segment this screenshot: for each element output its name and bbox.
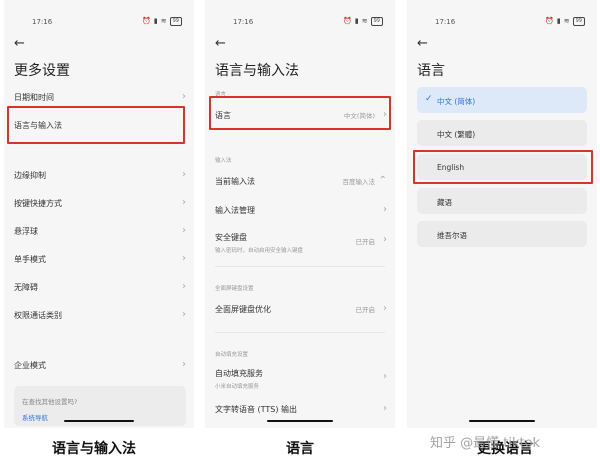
suggestion-link[interactable]: 系统导航 [22,412,48,422]
language-select-screen: 17:16 ⏰ ▮ ≋ 99 ← 语言 ✓ 中文 (简体) 中文 (繁體) En… [407,0,597,428]
chevron-right-icon: › [182,169,186,180]
chevron-right-icon: › [383,204,387,215]
secure-keyboard-setting[interactable]: 安全键盘 输入密码时，自动启用安全输入键盘 已开启 › [215,232,387,254]
signal-icon: ▮ [556,17,561,25]
settings-item-datetime[interactable]: 日期和时间 › [14,92,186,103]
settings-item-edge[interactable]: 边缘抑制 › [14,170,186,181]
back-arrow-icon[interactable]: ← [14,36,25,51]
item-label: 当前输入法 [215,177,255,186]
status-bar: 17:16 ⏰ ▮ ≋ 99 [407,16,597,28]
suggestion-text: 在查找其他设置吗? [22,398,78,406]
caption-language: 语言 [286,441,314,457]
settings-item-call-permission[interactable]: 权限通话类别 › [14,310,186,321]
more-settings-screen: 17:16 ⏰ ▮ ≋ 99 ← 更多设置 日期和时间 › 语言与输入法 › 边… [4,0,194,428]
alarm-icon: ⏰ [545,17,554,25]
highlight-box [209,96,391,130]
page-title: 语言 [417,63,445,79]
item-label: 企业模式 [14,361,46,370]
autofill-setting[interactable]: 自动填充服务 小米自动填充服务 › [215,368,387,390]
item-label: 边缘抑制 [14,171,46,180]
ime-manage-setting[interactable]: 输入法管理 › [215,205,387,216]
home-indicator [267,420,333,422]
status-bar: 17:16 ⏰ ▮ ≋ 99 [205,16,395,28]
item-label: 安全键盘 [215,233,247,242]
section-header-fullscreen: 全面屏键盘设置 [215,286,254,292]
item-subtitle: 小米自动填充服务 [215,384,260,390]
language-option-zh-hant[interactable]: 中文 (繁體) [417,120,587,146]
status-time: 17:16 [435,18,456,26]
section-header-input: 输入法 [215,158,232,164]
current-ime-setting[interactable]: 当前输入法 百度输入法 ⌃ [215,176,387,187]
status-bar: 17:16 ⏰ ▮ ≋ 99 [4,16,194,28]
home-indicator [64,420,134,422]
fullscreen-keyboard-setting[interactable]: 全面屏键盘优化 已开启 › [215,304,387,315]
language-label: 藏语 [437,198,452,207]
chevron-right-icon: › [383,234,387,245]
section-header-autofill: 自动填充设置 [215,352,249,358]
divider [215,266,385,267]
chevron-updown-icon: ⌃ [378,175,387,186]
highlight-box [7,106,185,144]
alarm-icon: ⏰ [343,17,352,25]
item-label: 无障碍 [14,283,38,292]
language-label: 中文 (简体) [437,97,476,106]
settings-item-shortcuts[interactable]: 按键快捷方式 › [14,198,186,209]
divider [215,332,385,333]
wifi-icon: ≋ [563,17,570,25]
status-time: 17:16 [233,18,254,26]
language-option-uyghur[interactable]: 维吾尔语 [417,221,587,247]
item-subtitle: 输入密码时，自动启用安全输入键盘 [215,248,304,254]
settings-item-accessibility[interactable]: 无障碍 › [14,282,186,293]
caption-language-input: 语言与输入法 [52,441,136,457]
wifi-icon: ≋ [361,17,368,25]
chevron-right-icon: › [182,359,186,370]
chevron-right-icon: › [182,197,186,208]
item-label: 文字转语音 (TTS) 输出 [215,405,298,414]
back-arrow-icon[interactable]: ← [417,36,428,51]
item-label: 日期和时间 [14,93,54,102]
check-icon: ✓ [425,94,433,104]
chevron-right-icon: › [182,309,186,320]
settings-item-one-hand[interactable]: 单手模式 › [14,254,186,265]
item-label: 单手模式 [14,255,46,264]
signal-icon: ▮ [153,17,158,25]
back-arrow-icon[interactable]: ← [215,36,226,51]
language-option-tibetan[interactable]: 藏语 [417,188,587,214]
item-value: 已开启 [355,238,376,246]
signal-icon: ▮ [354,17,359,25]
item-label: 按键快捷方式 [14,199,62,208]
item-value: 已开启 [355,306,376,314]
battery-icon: 99 [169,17,182,26]
item-value: 百度输入法 [342,178,376,186]
home-indicator [469,420,535,422]
language-option-zh-hans[interactable]: ✓ 中文 (简体) [417,87,587,113]
highlight-box [413,150,593,184]
language-input-screen: 17:16 ⏰ ▮ ≋ 99 ← 语言与输入法 语言 语言 中文(简体) › 输… [205,0,395,428]
chevron-right-icon: › [383,371,387,382]
language-label: 维吾尔语 [437,231,467,240]
wifi-icon: ≋ [160,17,167,25]
item-label: 输入法管理 [215,206,255,215]
language-label: 中文 (繁體) [437,130,476,139]
page-title: 更多设置 [14,63,70,79]
chevron-right-icon: › [182,281,186,292]
chevron-right-icon: › [182,91,186,102]
item-label: 权限通话类别 [14,311,62,320]
chevron-right-icon: › [182,225,186,236]
battery-icon: 99 [572,17,585,26]
settings-item-floating-ball[interactable]: 悬浮球 › [14,226,186,237]
chevron-right-icon: › [383,303,387,314]
settings-item-enterprise[interactable]: 企业模式 › [14,360,186,371]
item-label: 全面屏键盘优化 [215,305,271,314]
watermark: 知乎 @最懂 tiktok [430,436,541,451]
item-label: 悬浮球 [14,227,38,236]
item-label: 自动填充服务 [215,369,263,378]
battery-icon: 99 [370,17,383,26]
alarm-icon: ⏰ [142,17,151,25]
tts-setting[interactable]: 文字转语音 (TTS) 输出 › [215,404,387,415]
page-title: 语言与输入法 [215,63,299,79]
status-time: 17:16 [32,18,53,26]
chevron-right-icon: › [182,253,186,264]
chevron-right-icon: › [383,403,387,414]
